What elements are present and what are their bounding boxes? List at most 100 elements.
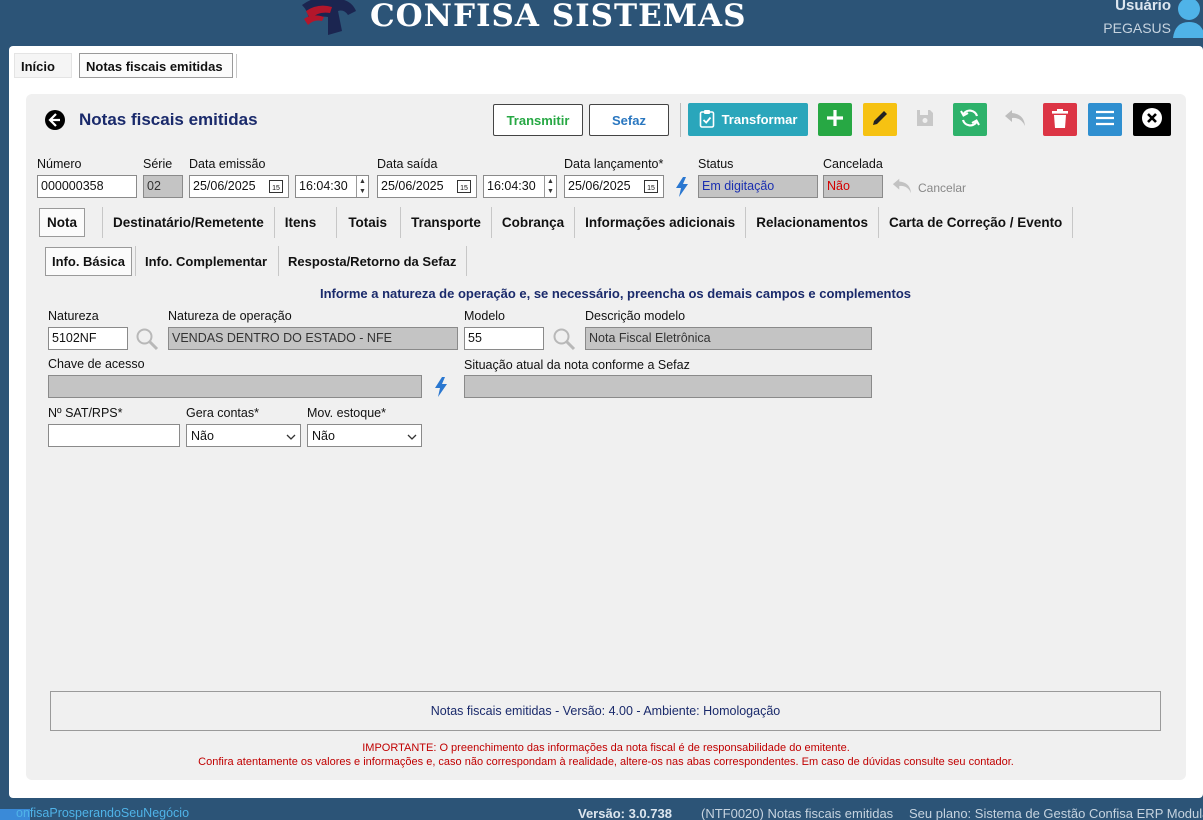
- data-saida-label: Data saída: [377, 157, 438, 171]
- lightning-icon[interactable]: [432, 376, 450, 401]
- calendar-icon[interactable]: 15: [269, 180, 283, 193]
- app-version: Versão: 3.0.738: [578, 806, 672, 820]
- transformar-label: Transformar: [721, 112, 798, 127]
- tab-label: Notas fiscais emitidas: [86, 59, 223, 74]
- save-button[interactable]: [908, 103, 942, 136]
- situacao-label: Situação atual da nota conforme a Sefaz: [464, 358, 690, 372]
- tab-inicio[interactable]: Início: [14, 53, 72, 78]
- tab-transporte[interactable]: Transporte: [401, 215, 491, 230]
- close-button[interactable]: [1133, 103, 1171, 136]
- natureza-operacao-label: Natureza de operação: [168, 309, 292, 323]
- time-spinner-icon[interactable]: ▲ ▼: [544, 176, 556, 197]
- refresh-button[interactable]: [953, 103, 987, 136]
- calendar-icon[interactable]: 15: [457, 180, 471, 193]
- hora-saida-value: 16:04:30: [487, 179, 536, 193]
- user-avatar-icon[interactable]: [1171, 0, 1203, 41]
- tab-info-basica[interactable]: Info. Básica: [45, 246, 132, 276]
- add-button[interactable]: [818, 103, 852, 136]
- cancelada-field: Não: [823, 175, 883, 198]
- document-tabs: Nota Destinatário/Remetente Itens Totais…: [37, 207, 1074, 238]
- brand: CONFISA SISTEMAS: [298, 0, 746, 40]
- menu-button[interactable]: [1088, 103, 1122, 136]
- version-line: Notas fiscais emitidas - Versão: 4.00 - …: [430, 704, 781, 718]
- transformar-button[interactable]: Transformar: [688, 103, 808, 136]
- cancelar-button[interactable]: Cancelar: [890, 176, 966, 199]
- search-icon[interactable]: [552, 327, 576, 354]
- brand-title: CONFISA SISTEMAS: [370, 0, 747, 34]
- situacao-field: [464, 375, 872, 398]
- back-arrow-icon[interactable]: [44, 109, 66, 134]
- numero-input[interactable]: 000000358: [37, 175, 137, 198]
- tab-separator: [236, 54, 237, 78]
- mov-estoque-label: Mov. estoque*: [307, 406, 386, 420]
- chave-acesso-field: [48, 375, 422, 398]
- info-hint: Informe a natureza de operação e, se nec…: [319, 286, 911, 301]
- chave-acesso-label: Chave de acesso: [48, 357, 145, 371]
- user-name: PEGASUS: [1103, 20, 1171, 36]
- transmitir-button[interactable]: Transmitir: [493, 104, 583, 136]
- warning-line-1: IMPORTANTE: O preenchimento das informaç…: [362, 742, 850, 754]
- tab-itens[interactable]: Itens: [275, 215, 327, 230]
- mov-estoque-select[interactable]: Não: [307, 424, 422, 447]
- tab-relacionamentos[interactable]: Relacionamentos: [746, 215, 878, 230]
- tab-separator: [1072, 207, 1074, 238]
- sat-rps-label: Nº SAT/RPS*: [48, 406, 123, 420]
- natureza-label: Natureza: [48, 309, 99, 323]
- natureza-input[interactable]: 5102NF: [48, 327, 128, 350]
- tab-informacoes-adicionais[interactable]: Informações adicionais: [575, 215, 745, 230]
- gera-contas-select[interactable]: Não: [186, 424, 301, 447]
- undo-arrow-icon: [1002, 107, 1028, 132]
- gera-contas-label: Gera contas*: [186, 406, 259, 420]
- data-saida-value: 25/06/2025: [381, 179, 444, 193]
- screen-code: (NTF0020) Notas fiscais emitidas: [701, 806, 894, 820]
- search-icon[interactable]: [135, 327, 159, 354]
- status-field: Em digitação: [698, 175, 818, 198]
- data-lancamento-value: 25/06/2025: [568, 179, 631, 193]
- clipboard-check-icon: [699, 109, 715, 131]
- sat-rps-input[interactable]: [48, 424, 180, 447]
- hora-emissao-value: 16:04:30: [299, 179, 348, 193]
- time-spinner-icon[interactable]: ▲ ▼: [356, 176, 368, 197]
- trash-icon: [1052, 108, 1068, 131]
- cancelada-label: Cancelada: [823, 157, 883, 171]
- hamburger-menu-icon: [1095, 110, 1115, 129]
- page-title: Notas fiscais emitidas: [79, 110, 258, 129]
- warning-line-2: Confira atentamente os valores e informa…: [198, 756, 1014, 768]
- tagline: onfisaProsperandoSeuNegócio: [16, 806, 190, 820]
- tab-totais[interactable]: Totais: [337, 215, 398, 230]
- tab-info-complementar[interactable]: Info. Complementar: [136, 254, 276, 269]
- data-emissao-label: Data emissão: [189, 157, 266, 171]
- tab-label: Início: [21, 59, 55, 74]
- mov-estoque-value: Não: [312, 428, 335, 443]
- tab-destinatario-remetente[interactable]: Destinatário/Remetente: [103, 215, 274, 230]
- sub-tabs: Info. Básica Info. Complementar Resposta…: [45, 246, 468, 276]
- undo-button[interactable]: [998, 103, 1032, 136]
- tab-nota[interactable]: Nota: [39, 208, 85, 237]
- undo-arrow-icon: [890, 176, 914, 199]
- cancelar-label: Cancelar: [918, 180, 967, 195]
- floppy-disk-icon: [916, 109, 934, 130]
- horse-logo-icon: [298, 0, 360, 42]
- tab-cobranca[interactable]: Cobrança: [492, 215, 574, 230]
- plan-info: Seu plano: Sistema de Gestão Confisa ERP…: [909, 806, 1203, 820]
- serie-input[interactable]: 02: [143, 175, 183, 198]
- tab-notas-fiscais-emitidas[interactable]: Notas fiscais emitidas: [79, 53, 233, 78]
- delete-button[interactable]: [1043, 103, 1077, 136]
- pencil-icon: [870, 108, 890, 131]
- sefaz-button[interactable]: Sefaz: [589, 104, 669, 136]
- lightning-icon[interactable]: [673, 176, 691, 201]
- chevron-down-icon: [407, 429, 417, 443]
- modelo-label: Modelo: [464, 309, 505, 323]
- data-emissao-value: 25/06/2025: [193, 179, 256, 193]
- tab-resposta-retorno-sefaz[interactable]: Resposta/Retorno da Sefaz: [279, 254, 465, 269]
- edit-button[interactable]: [863, 103, 897, 136]
- serie-label: Série: [143, 157, 173, 171]
- modelo-input[interactable]: 55: [464, 327, 544, 350]
- toolbar-divider: [680, 103, 681, 137]
- refresh-icon: [959, 107, 981, 132]
- close-circle-icon: [1141, 107, 1163, 132]
- tab-carta-correcao-evento[interactable]: Carta de Correção / Evento: [879, 215, 1072, 230]
- calendar-icon[interactable]: 15: [644, 180, 658, 193]
- numero-label: Número: [37, 157, 82, 171]
- natureza-operacao-field: VENDAS DENTRO DO ESTADO - NFE: [168, 327, 458, 350]
